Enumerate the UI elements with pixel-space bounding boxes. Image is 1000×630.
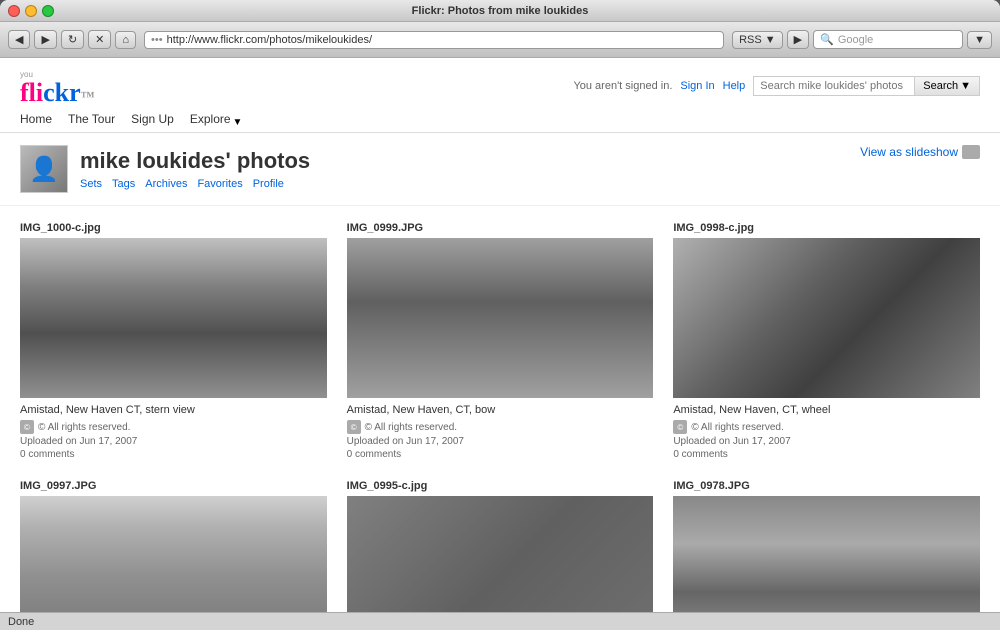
refresh-button[interactable]: ↻	[61, 30, 84, 49]
photo-thumbnail[interactable]	[20, 238, 327, 398]
photo-item[interactable]: IMG_0997.JPG	[20, 480, 327, 612]
photo-thumbnail[interactable]	[20, 496, 327, 612]
flickr-search-input[interactable]	[754, 77, 914, 95]
nav-signup[interactable]: Sign Up	[131, 112, 174, 132]
slideshow-link[interactable]: View as slideshow	[860, 145, 980, 159]
avatar: 👤	[20, 145, 68, 193]
photo-meta: © © All rights reserved.	[347, 420, 654, 434]
browser-search-bar[interactable]: 🔍 Google	[813, 30, 963, 49]
stop-button[interactable]: ✕	[88, 30, 111, 49]
nav-explore-container[interactable]: Explore ▼	[190, 112, 243, 132]
photo-comments: 0 comments	[673, 449, 980, 460]
profile-sub-nav: Sets Tags Archives Favorites Profile	[80, 178, 310, 190]
profile-link[interactable]: Profile	[253, 178, 284, 190]
photo-rights: © All rights reserved.	[691, 422, 783, 433]
window-controls	[8, 5, 54, 17]
search-icon: 🔍	[820, 33, 834, 46]
window-title: Flickr: Photos from mike loukides	[412, 5, 589, 17]
photo-rights: © All rights reserved.	[38, 422, 130, 433]
photo-item[interactable]: IMG_0995-c.jpg	[347, 480, 654, 612]
sets-link[interactable]: Sets	[80, 178, 102, 190]
photo-rights: © All rights reserved.	[365, 422, 457, 433]
photo-thumbnail[interactable]	[347, 496, 654, 612]
tags-link[interactable]: Tags	[112, 178, 135, 190]
photo-thumbnail[interactable]	[673, 238, 980, 398]
photo-item[interactable]: IMG_0998-c.jpg Amistad, New Haven, CT, w…	[673, 222, 980, 460]
slideshow-area: View as slideshow	[860, 145, 980, 159]
photo-meta: © © All rights reserved.	[673, 420, 980, 434]
photo-filename: IMG_0999.JPG	[347, 222, 654, 234]
rss-button[interactable]: RSS ▼	[732, 31, 783, 49]
browser-search-button[interactable]: ▼	[967, 31, 992, 49]
photo-date: Uploaded on Jun 17, 2007	[673, 436, 980, 447]
help-link[interactable]: Help	[723, 80, 746, 92]
browser-toolbar: ◀ ▶ ↻ ✕ ⌂ ••• http://www.flickr.com/phot…	[0, 22, 1000, 58]
photo-filename: IMG_0978.JPG	[673, 480, 980, 492]
profile-left: 👤 mike loukides' photos Sets Tags Archiv…	[20, 145, 310, 193]
photo-thumbnail[interactable]	[347, 238, 654, 398]
photo-item[interactable]: IMG_1000-c.jpg Amistad, New Haven CT, st…	[20, 222, 327, 460]
close-button[interactable]	[8, 5, 20, 17]
photo-caption: Amistad, New Haven, CT, bow	[347, 404, 654, 416]
photo-thumbnail[interactable]	[673, 496, 980, 612]
flickr-header: you flickr™ You aren't signed in. Sign I…	[0, 58, 1000, 133]
flickr-top-bar: you flickr™ You aren't signed in. Sign I…	[20, 66, 980, 106]
photo-comments: 0 comments	[20, 449, 327, 460]
photo-item[interactable]: IMG_0999.JPG Amistad, New Haven, CT, bow…	[347, 222, 654, 460]
back-button[interactable]: ◀	[8, 30, 30, 49]
flickr-logo: flickr™	[20, 80, 95, 106]
photo-filename: IMG_0997.JPG	[20, 480, 327, 492]
header-right: You aren't signed in. Sign In Help Searc…	[573, 76, 980, 96]
nav-explore[interactable]: Explore	[190, 112, 231, 132]
nav-home[interactable]: Home	[20, 112, 52, 132]
sign-in-link[interactable]: Sign In	[680, 80, 714, 92]
profile-area: 👤 mike loukides' photos Sets Tags Archiv…	[0, 133, 1000, 206]
rights-icon: ©	[673, 420, 687, 434]
flickr-nav: Home The Tour Sign Up Explore ▼	[20, 112, 980, 132]
photo-caption: Amistad, New Haven, CT, wheel	[673, 404, 980, 416]
photo-filename: IMG_1000-c.jpg	[20, 222, 327, 234]
archives-link[interactable]: Archives	[145, 178, 187, 190]
photo-item[interactable]: IMG_0978.JPG	[673, 480, 980, 612]
photo-filename: IMG_0998-c.jpg	[673, 222, 980, 234]
slideshow-icon	[962, 145, 980, 159]
explore-dropdown-icon: ▼	[233, 117, 243, 128]
photo-date: Uploaded on Jun 17, 2007	[20, 436, 327, 447]
url-bar[interactable]: ••• http://www.flickr.com/photos/mikelou…	[144, 31, 724, 49]
title-bar: Flickr: Photos from mike loukides	[0, 0, 1000, 22]
rights-icon: ©	[347, 420, 361, 434]
forward-button[interactable]: ▶	[34, 30, 56, 49]
photo-comments: 0 comments	[347, 449, 654, 460]
minimize-button[interactable]	[25, 5, 37, 17]
page-content: you flickr™ You aren't signed in. Sign I…	[0, 58, 1000, 612]
search-dropdown-icon: ▼	[960, 80, 971, 92]
browser-window: Flickr: Photos from mike loukides ◀ ▶ ↻ …	[0, 0, 1000, 630]
photo-caption: Amistad, New Haven CT, stern view	[20, 404, 327, 416]
flickr-search-button[interactable]: Search ▼	[914, 77, 979, 95]
rights-icon: ©	[20, 420, 34, 434]
profile-title: mike loukides' photos	[80, 148, 310, 174]
signed-out-text: You aren't signed in.	[573, 80, 672, 92]
favorites-link[interactable]: Favorites	[197, 178, 242, 190]
photo-meta: © © All rights reserved.	[20, 420, 327, 434]
photo-date: Uploaded on Jun 17, 2007	[347, 436, 654, 447]
nav-tour[interactable]: The Tour	[68, 112, 115, 132]
photo-filename: IMG_0995-c.jpg	[347, 480, 654, 492]
flickr-logo-container: you flickr™	[20, 66, 95, 106]
home-nav-button[interactable]: ⌂	[115, 31, 136, 49]
maximize-button[interactable]	[42, 5, 54, 17]
open-in-button[interactable]: ▶	[787, 30, 809, 49]
photos-grid: IMG_1000-c.jpg Amistad, New Haven CT, st…	[20, 206, 980, 612]
avatar-icon: 👤	[29, 155, 59, 184]
flickr-search-box: Search ▼	[753, 76, 980, 96]
profile-info: mike loukides' photos Sets Tags Archives…	[80, 148, 310, 190]
status-bar: Done	[0, 612, 1000, 630]
photos-container: IMG_1000-c.jpg Amistad, New Haven CT, st…	[0, 206, 1000, 612]
